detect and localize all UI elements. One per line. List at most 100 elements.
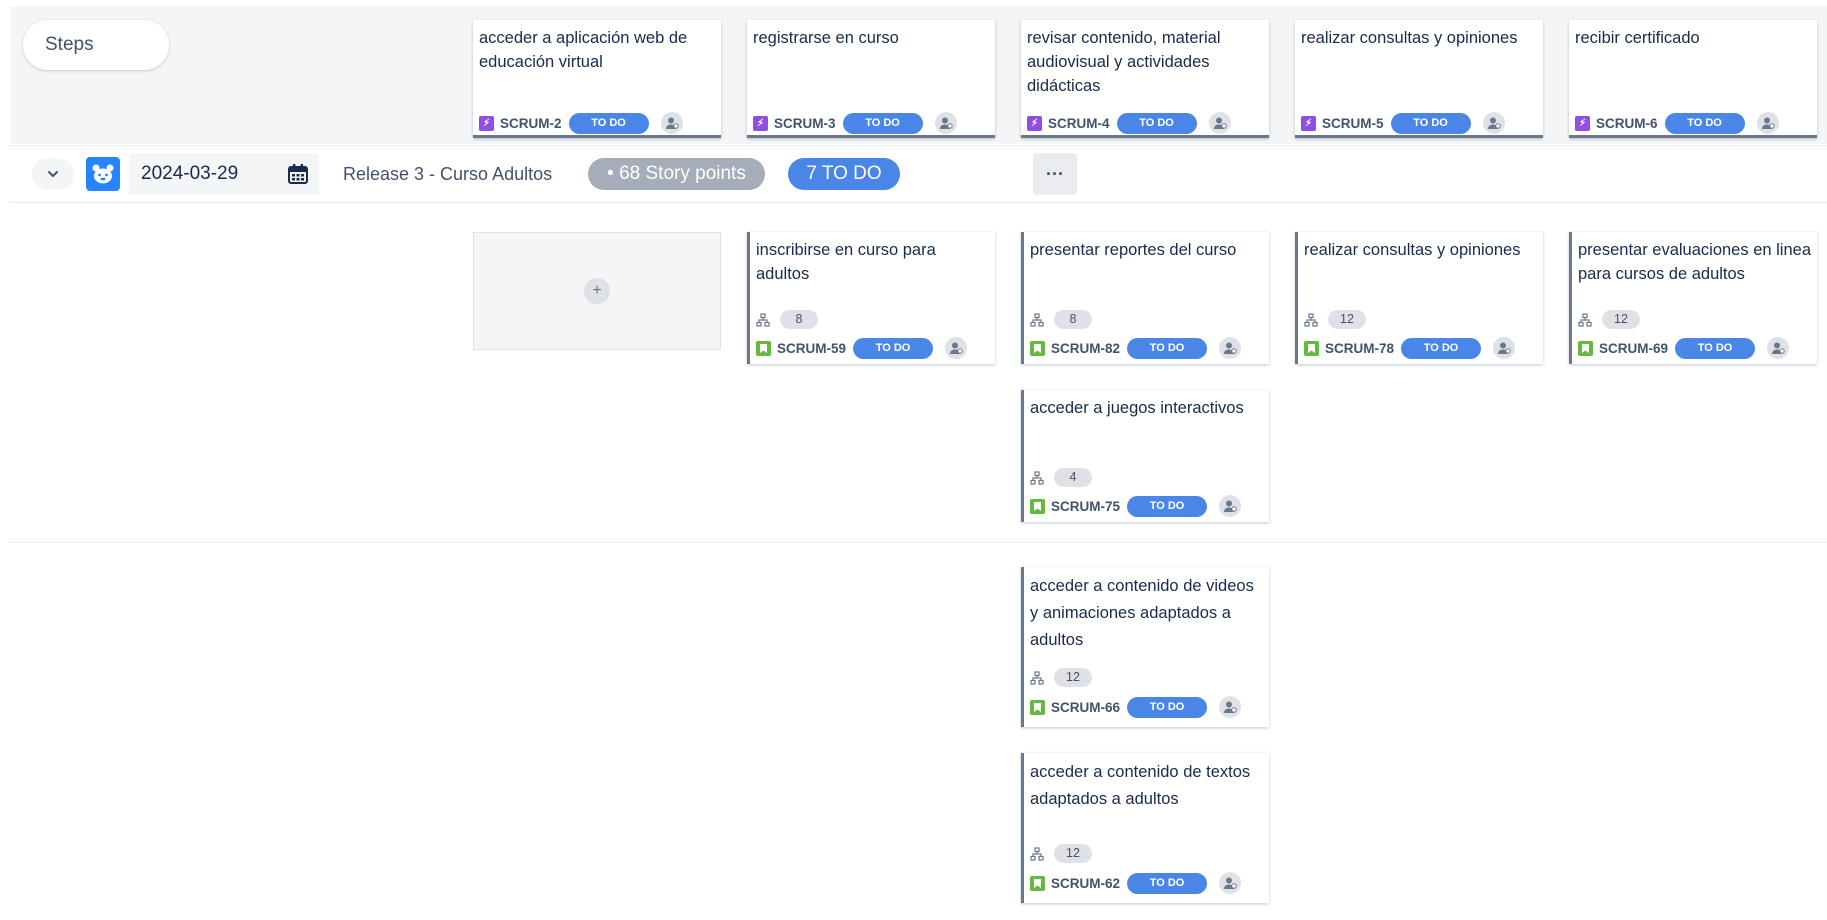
bookmark-icon <box>1030 699 1045 715</box>
status-badge[interactable]: TO DO <box>1127 696 1208 718</box>
story-points[interactable]: 8 <box>780 310 818 329</box>
hierarchy-icon <box>1578 312 1592 327</box>
epic-card[interactable]: realizar consultas y opiniones ⚡︎ SCRUM-… <box>1295 20 1543 138</box>
story-key[interactable]: SCRUM-78 <box>1325 341 1394 356</box>
story-title: acceder a juegos interactivos <box>1030 399 1244 417</box>
story-title: realizar consultas y opiniones <box>1304 241 1521 259</box>
story-card[interactable]: acceder a contenido de textos adaptados … <box>1021 753 1269 903</box>
unassigned-user-icon[interactable] <box>1208 112 1231 134</box>
todo-count-badge[interactable]: 7 TO DO <box>788 158 900 190</box>
status-badge[interactable]: TO DO <box>1127 495 1208 517</box>
status-badge[interactable]: TO DO <box>568 112 649 134</box>
unassigned-user-icon[interactable] <box>1219 337 1242 359</box>
epic-key[interactable]: SCRUM-3 <box>774 116 836 131</box>
story-card[interactable]: realizar consultas y opiniones 12 SCRUM-… <box>1295 232 1543 364</box>
hierarchy-icon <box>1030 846 1044 861</box>
story-points[interactable]: 8 <box>1054 310 1092 329</box>
release-name[interactable]: Release 3 - Curso Adultos <box>343 146 552 202</box>
divider <box>10 542 1827 543</box>
story-points[interactable]: 12 <box>1054 668 1092 687</box>
steps-label: Steps <box>23 20 169 70</box>
story-key[interactable]: SCRUM-69 <box>1599 341 1668 356</box>
release-date-picker[interactable]: 2024-03-29 <box>129 153 319 195</box>
unassigned-user-icon[interactable] <box>1482 112 1505 134</box>
release-icon <box>86 157 120 191</box>
epic-key[interactable]: SCRUM-4 <box>1048 116 1110 131</box>
release-row: 2024-03-29 Release 3 - Curso Adultos • 6… <box>10 145 1827 203</box>
lightning-icon: ⚡︎ <box>753 115 768 131</box>
story-key[interactable]: SCRUM-75 <box>1051 499 1120 514</box>
status-badge[interactable]: TO DO <box>1127 337 1208 359</box>
story-card[interactable]: presentar evaluaciones en linea para cur… <box>1569 232 1817 364</box>
story-key[interactable]: SCRUM-62 <box>1051 876 1120 891</box>
status-badge[interactable]: TO DO <box>853 337 934 359</box>
lightning-icon: ⚡︎ <box>479 115 494 131</box>
unassigned-user-icon[interactable] <box>1219 872 1242 894</box>
lightning-icon: ⚡︎ <box>1301 115 1316 131</box>
epic-title: realizar consultas y opiniones <box>1301 29 1518 47</box>
story-points[interactable]: 12 <box>1602 310 1640 329</box>
epic-title: recibir certificado <box>1575 29 1700 47</box>
epic-card[interactable]: revisar contenido, material audiovisual … <box>1021 20 1269 138</box>
more-icon: ··· <box>1046 163 1064 184</box>
story-card[interactable]: acceder a juegos interactivos 4 SCRUM-75… <box>1021 390 1269 522</box>
hierarchy-icon <box>756 312 770 327</box>
status-badge[interactable]: TO DO <box>1116 112 1197 134</box>
story-title: presentar reportes del curso <box>1030 241 1237 259</box>
story-title: acceder a contenido de videos y animacio… <box>1030 577 1254 649</box>
status-badge[interactable]: TO DO <box>842 112 923 134</box>
status-badge[interactable]: TO DO <box>1401 337 1482 359</box>
unassigned-user-icon[interactable] <box>1756 112 1779 134</box>
story-title: inscribirse en curso para adultos <box>756 241 936 283</box>
hierarchy-icon <box>1030 670 1044 685</box>
epic-title: revisar contenido, material audiovisual … <box>1027 29 1221 95</box>
story-card[interactable]: acceder a contenido de videos y animacio… <box>1021 567 1269 727</box>
epic-key[interactable]: SCRUM-2 <box>500 116 562 131</box>
status-badge[interactable]: TO DO <box>1127 872 1208 894</box>
calendar-icon[interactable] <box>287 163 309 185</box>
epic-key[interactable]: SCRUM-6 <box>1596 116 1658 131</box>
story-key[interactable]: SCRUM-82 <box>1051 341 1120 356</box>
lightning-icon: ⚡︎ <box>1575 115 1590 131</box>
story-card[interactable]: inscribirse en curso para adultos 8 SCRU… <box>747 232 995 364</box>
status-badge[interactable]: TO DO <box>1675 337 1756 359</box>
unassigned-user-icon[interactable] <box>1219 696 1242 718</box>
bookmark-icon <box>1578 340 1593 356</box>
chevron-down-icon <box>48 171 58 177</box>
status-badge[interactable]: TO DO <box>1390 112 1471 134</box>
collapse-button[interactable] <box>32 158 74 190</box>
unassigned-user-icon[interactable] <box>1767 337 1790 359</box>
epic-title: acceder a aplicación web de educación vi… <box>479 29 688 71</box>
release-date: 2024-03-29 <box>141 163 239 184</box>
story-key[interactable]: SCRUM-66 <box>1051 700 1120 715</box>
epic-card[interactable]: registrarse en curso ⚡︎ SCRUM-3 TO DO <box>747 20 995 138</box>
bookmark-icon <box>1030 498 1045 514</box>
hierarchy-icon <box>1030 470 1044 485</box>
bookmark-icon <box>1030 875 1045 891</box>
unassigned-user-icon[interactable] <box>1493 337 1516 359</box>
story-title: presentar evaluaciones en linea para cur… <box>1578 241 1811 283</box>
lightning-icon: ⚡︎ <box>1027 115 1042 131</box>
epic-title: registrarse en curso <box>753 29 899 47</box>
story-title: acceder a contenido de textos adaptados … <box>1030 763 1251 808</box>
more-button[interactable]: ··· <box>1033 153 1077 195</box>
unassigned-user-icon[interactable] <box>945 337 968 359</box>
story-key[interactable]: SCRUM-59 <box>777 341 846 356</box>
unassigned-user-icon[interactable] <box>934 112 957 134</box>
status-badge[interactable]: TO DO <box>1664 112 1745 134</box>
story-points[interactable]: 12 <box>1054 844 1092 863</box>
story-card[interactable]: presentar reportes del curso 8 SCRUM-82 … <box>1021 232 1269 364</box>
story-points[interactable]: 12 <box>1328 310 1366 329</box>
hierarchy-icon <box>1030 312 1044 327</box>
epic-card[interactable]: recibir certificado ⚡︎ SCRUM-6 TO DO <box>1569 20 1817 138</box>
add-story-slot[interactable]: + <box>473 232 721 350</box>
unassigned-user-icon[interactable] <box>660 112 683 134</box>
bookmark-icon <box>1304 340 1319 356</box>
plus-icon[interactable]: + <box>584 278 610 304</box>
epic-key[interactable]: SCRUM-5 <box>1322 116 1384 131</box>
epic-card[interactable]: acceder a aplicación web de educación vi… <box>473 20 721 138</box>
story-points[interactable]: 4 <box>1054 468 1092 487</box>
unassigned-user-icon[interactable] <box>1219 495 1242 517</box>
bookmark-icon <box>756 340 771 356</box>
bookmark-icon <box>1030 340 1045 356</box>
